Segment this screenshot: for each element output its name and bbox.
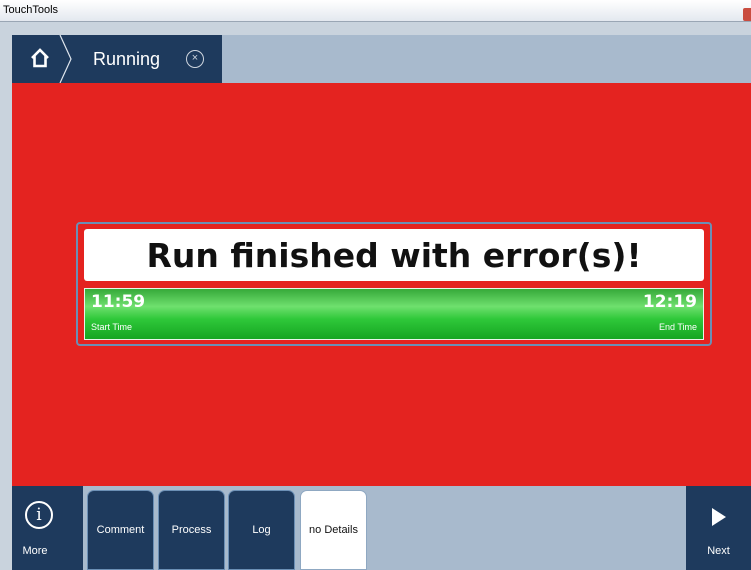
window-title: TouchTools: [3, 4, 59, 16]
process-button[interactable]: Process: [158, 490, 225, 570]
window-titlebar: TouchTools: [0, 0, 751, 22]
window-close-icon[interactable]: [743, 8, 751, 21]
status-message: Run finished with error(s)!: [84, 229, 704, 281]
start-time-label: Start Time: [91, 322, 133, 332]
navigation-bar: Running ×: [12, 35, 751, 83]
run-status-panel: Run finished with error(s)! 11:59 Start …: [76, 222, 712, 346]
start-time-value: 11:59: [91, 292, 146, 312]
home-icon: [31, 48, 49, 68]
next-label: Next: [707, 545, 730, 557]
breadcrumb-separator-icon: [59, 35, 72, 83]
bottom-toolbar: i More Comment Process Log no Details Ne…: [12, 486, 751, 570]
info-icon: i: [25, 501, 53, 529]
end-time-label: End Time: [658, 322, 697, 332]
more-button[interactable]: i More: [12, 486, 83, 570]
breadcrumb-running[interactable]: Running ×: [72, 35, 222, 83]
next-button[interactable]: Next: [686, 486, 751, 570]
breadcrumb-label: Running: [93, 49, 161, 69]
end-time-value: 12:19: [642, 292, 697, 312]
run-time-bar: 11:59 Start Time 12:19 End Time: [84, 288, 704, 340]
comment-button[interactable]: Comment: [87, 490, 154, 570]
log-button[interactable]: Log: [228, 490, 295, 570]
app-frame: Running × Run finished with error(s)! 11…: [12, 35, 751, 570]
more-label: More: [22, 545, 48, 557]
close-circle-icon[interactable]: ×: [186, 50, 204, 68]
details-button[interactable]: no Details: [300, 490, 367, 570]
play-icon: [712, 508, 726, 526]
